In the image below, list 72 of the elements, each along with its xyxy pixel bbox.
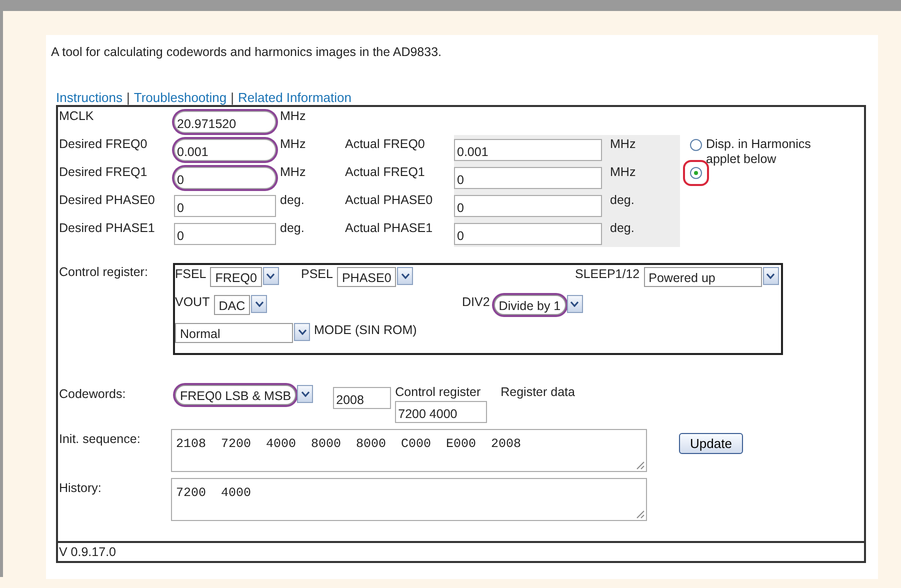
- field-label: Actual PHASE1: [344, 220, 434, 237]
- unit-label: deg.: [609, 220, 636, 235]
- output-field: 0: [454, 167, 602, 189]
- section-label: Control register:: [58, 264, 149, 281]
- output-field: 0: [454, 223, 602, 245]
- field-label: SLEEP1/12: [575, 267, 640, 281]
- version-text: V 0.9.17.0: [58, 541, 864, 561]
- description-text: A tool for calculating codewords and harmonics images in the AD9833.: [51, 45, 443, 61]
- caret-icon[interactable]: [297, 385, 314, 403]
- caret-icon[interactable]: [397, 267, 414, 285]
- unit-label: MHz: [279, 108, 307, 125]
- link[interactable]: Instructions: [56, 90, 122, 105]
- field-label: History:: [58, 480, 102, 496]
- dropdown[interactable]: FREQ0 LSB & MSB: [175, 385, 296, 405]
- caret-icon[interactable]: [566, 295, 583, 313]
- resize-grip-icon[interactable]: [636, 510, 645, 519]
- separator: |: [230, 90, 234, 105]
- field-label: MCLK: [58, 108, 95, 125]
- field-label: Desired PHASE1: [58, 220, 156, 237]
- resize-grip-icon[interactable]: [636, 461, 645, 470]
- field-label: Actual PHASE0: [344, 192, 434, 209]
- input-field[interactable]: 0: [174, 195, 276, 217]
- field-label: Actual FREQ0: [344, 136, 426, 153]
- field-label: VOUT: [175, 295, 210, 309]
- output-field: 0: [454, 195, 602, 217]
- output-field: 0.001: [454, 139, 602, 161]
- link[interactable]: Related Information: [238, 90, 352, 105]
- field-label: Desired FREQ1: [58, 164, 148, 181]
- dropdown[interactable]: PHASE0: [336, 267, 396, 287]
- unit-label: deg.: [279, 192, 306, 209]
- update-button[interactable]: Update: [679, 433, 743, 454]
- separator: |: [126, 90, 130, 105]
- field-label: DIV2: [462, 295, 490, 309]
- field-label: Actual FREQ1: [344, 164, 426, 181]
- unit-label: MHz: [279, 164, 307, 181]
- unit-label: MHz: [609, 136, 637, 151]
- input-field[interactable]: 0: [174, 223, 276, 245]
- unit-label: deg.: [609, 192, 636, 207]
- field-label: Desired PHASE0: [58, 192, 156, 209]
- unit-label: MHz: [609, 164, 637, 179]
- dropdown[interactable]: DAC: [214, 295, 250, 315]
- field-label: Register data: [500, 385, 575, 399]
- dropdown[interactable]: Divide by 1: [494, 295, 566, 315]
- field-label: Codewords:: [58, 386, 127, 401]
- unit-label: MHz: [279, 136, 307, 153]
- text-area-content: 7200 4000: [176, 486, 252, 500]
- input-field[interactable]: 20.971520: [174, 111, 276, 133]
- dropdown[interactable]: Normal: [175, 323, 293, 343]
- output-field: 7200 4000: [395, 401, 488, 423]
- radio-label: Disp. in Harmonics applet below: [706, 137, 812, 167]
- dropdown[interactable]: Powered up: [644, 267, 762, 287]
- input-field[interactable]: 0: [174, 167, 276, 189]
- caret-icon[interactable]: [262, 267, 279, 285]
- text-area[interactable]: 7200 4000: [171, 478, 647, 521]
- unit-label: deg.: [279, 220, 306, 237]
- link[interactable]: Troubleshooting: [134, 90, 227, 105]
- caret-icon[interactable]: [294, 323, 310, 341]
- field-label: Control register: [395, 385, 481, 399]
- dropdown[interactable]: FREQ0: [210, 267, 262, 287]
- text-area-content: 2108 7200 4000 8000 8000 C000 E000 2008: [176, 437, 522, 451]
- field-label: Init. sequence:: [58, 431, 142, 447]
- input-field[interactable]: 0.001: [174, 139, 276, 161]
- output-field: 2008: [333, 387, 392, 409]
- field-label: PSEL: [301, 267, 333, 281]
- radio-button[interactable]: [690, 166, 702, 179]
- radio-button[interactable]: [690, 138, 702, 151]
- caret-icon[interactable]: [762, 267, 779, 285]
- field-label: MODE (SIN ROM): [314, 323, 417, 337]
- text-area[interactable]: 2108 7200 4000 8000 8000 C000 E000 2008: [171, 429, 647, 472]
- field-label: FSEL: [175, 267, 206, 281]
- caret-icon[interactable]: [251, 295, 268, 313]
- field-label: Desired FREQ0: [58, 136, 148, 153]
